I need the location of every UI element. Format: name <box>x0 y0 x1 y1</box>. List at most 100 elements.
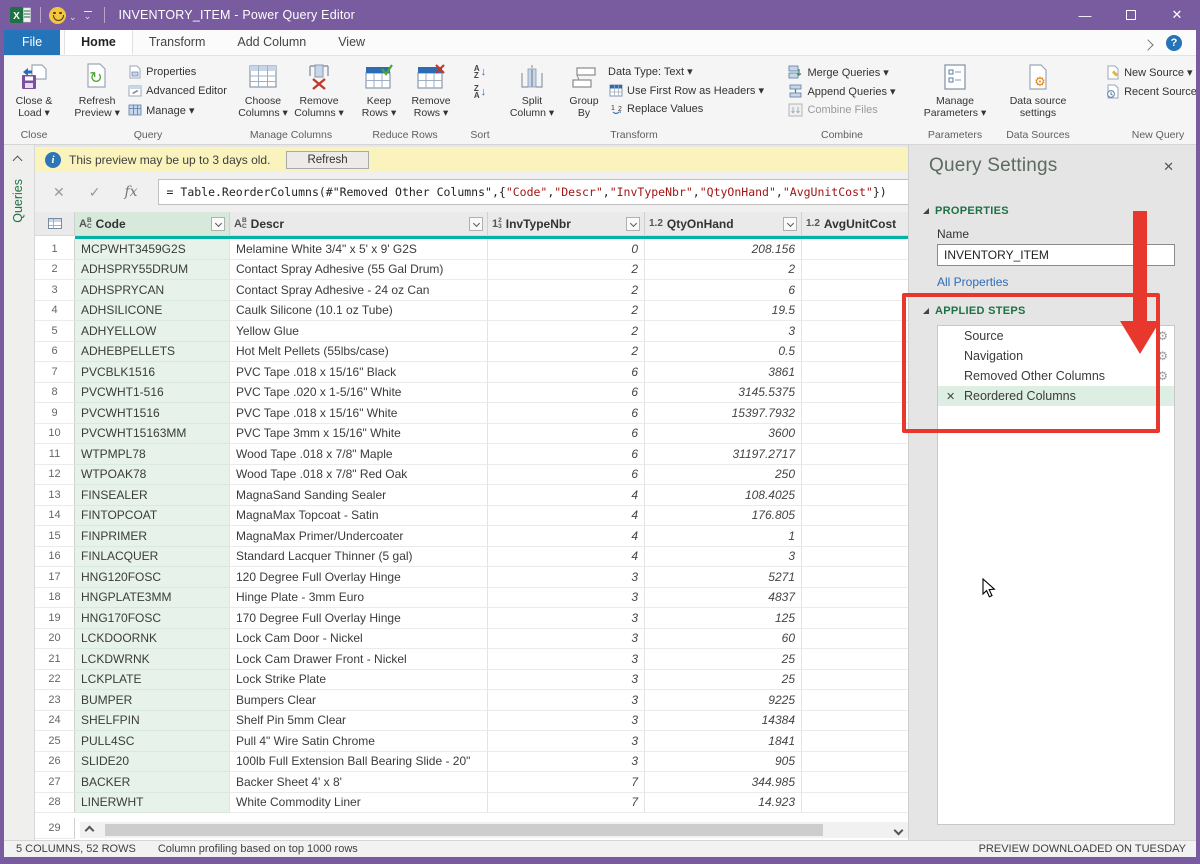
cell-invtypenbr[interactable]: 2 <box>488 301 645 322</box>
cell-avgunitcost[interactable] <box>802 567 912 588</box>
cell-descr[interactable]: Wood Tape .018 x 7/8" Red Oak <box>230 465 488 486</box>
cell-qtyonhand[interactable]: 3861 <box>645 362 802 383</box>
cell-invtypenbr[interactable]: 6 <box>488 444 645 465</box>
cell-avgunitcost[interactable] <box>802 362 912 383</box>
cell-avgunitcost[interactable] <box>802 506 912 527</box>
cell-code[interactable]: BACKER <box>75 772 230 793</box>
cell-qtyonhand[interactable]: 1841 <box>645 731 802 752</box>
table-row[interactable]: 11 WTPMPL78 Wood Tape .018 x 7/8" Maple … <box>35 444 912 465</box>
cell-avgunitcost[interactable] <box>802 280 912 301</box>
cell-avgunitcost[interactable] <box>802 383 912 404</box>
table-row[interactable]: 24 SHELFPIN Shelf Pin 5mm Clear 3 14384 <box>35 711 912 732</box>
cell-descr[interactable]: MagnaMax Primer/Undercoater <box>230 526 488 547</box>
cell-avgunitcost[interactable] <box>802 608 912 629</box>
cell-code[interactable]: MCPWHT3459G2S <box>75 239 230 260</box>
ribbon-tab[interactable]: View <box>322 29 381 55</box>
cell-avgunitcost[interactable] <box>802 403 912 424</box>
cell-qtyonhand[interactable]: 6 <box>645 280 802 301</box>
cell-qtyonhand[interactable]: 4837 <box>645 588 802 609</box>
cell-code[interactable]: LINERWHT <box>75 793 230 814</box>
keep-rows-button[interactable]: Keep Rows ▾ <box>354 59 404 128</box>
cell-avgunitcost[interactable] <box>802 321 912 342</box>
feedback-smiley-icon[interactable] <box>49 7 66 24</box>
collapse-ribbon-icon[interactable] <box>1142 39 1153 50</box>
filter-dropdown-icon[interactable] <box>783 217 797 231</box>
cell-avgunitcost[interactable] <box>802 465 912 486</box>
cell-descr[interactable]: 100lb Full Extension Ball Bearing Slide … <box>230 752 488 773</box>
cell-avgunitcost[interactable] <box>802 444 912 465</box>
cell-code[interactable]: HNGPLATE3MM <box>75 588 230 609</box>
cell-invtypenbr[interactable]: 3 <box>488 670 645 691</box>
cell-avgunitcost[interactable] <box>802 342 912 363</box>
cell-code[interactable]: WTPOAK78 <box>75 465 230 486</box>
refresh-preview-button[interactable]: ↻ Refresh Preview ▾ <box>69 59 125 128</box>
cell-invtypenbr[interactable]: 6 <box>488 403 645 424</box>
status-profiling[interactable]: Column profiling based on top 1000 rows <box>158 843 358 855</box>
cell-code[interactable]: LCKDOORNK <box>75 629 230 650</box>
cell-code[interactable]: HNG120FOSC <box>75 567 230 588</box>
cell-descr[interactable]: Pull 4" Wire Satin Chrome <box>230 731 488 752</box>
table-row[interactable]: 4 ADHSILICONE Caulk Silicone (10.1 oz Tu… <box>35 301 912 322</box>
cell-invtypenbr[interactable]: 4 <box>488 506 645 527</box>
horizontal-scroll-thumb[interactable] <box>105 824 823 836</box>
cell-invtypenbr[interactable]: 3 <box>488 731 645 752</box>
close-and-load-button[interactable]: Close & Load ▾ <box>8 59 60 128</box>
cell-code[interactable]: PULL4SC <box>75 731 230 752</box>
cell-descr[interactable]: Contact Spray Adhesive (55 Gal Drum) <box>230 260 488 281</box>
cell-invtypenbr[interactable]: 3 <box>488 752 645 773</box>
cell-qtyonhand[interactable]: 14.923 <box>645 793 802 814</box>
filter-dropdown-icon[interactable] <box>469 217 483 231</box>
advanced-editor-button[interactable]: Advanced Editor <box>127 84 227 98</box>
table-row[interactable]: 6 ADHEBPELLETS Hot Melt Pellets (55lbs/c… <box>35 342 912 363</box>
cell-qtyonhand[interactable]: 3600 <box>645 424 802 445</box>
cell-avgunitcost[interactable] <box>802 752 912 773</box>
cell-code[interactable]: SHELFPIN <box>75 711 230 732</box>
smiley-dropdown-caret-icon[interactable]: ⌄ <box>69 12 77 23</box>
replace-values-button[interactable]: 12 Replace Values <box>608 102 764 116</box>
cell-qtyonhand[interactable]: 25 <box>645 670 802 691</box>
table-row[interactable]: 28 LINERWHT White Commodity Liner 7 14.9… <box>35 793 912 814</box>
cell-avgunitcost[interactable] <box>802 526 912 547</box>
cancel-formula-icon[interactable]: ✕ <box>53 184 65 201</box>
cell-invtypenbr[interactable]: 6 <box>488 362 645 383</box>
quick-access-customize-icon[interactable]: ⌄ <box>84 11 92 20</box>
help-icon[interactable]: ? <box>1166 35 1182 51</box>
cell-qtyonhand[interactable]: 14384 <box>645 711 802 732</box>
expand-queries-chevron-icon[interactable] <box>13 156 23 166</box>
cell-invtypenbr[interactable]: 3 <box>488 608 645 629</box>
cell-descr[interactable]: White Commodity Liner <box>230 793 488 814</box>
scroll-left-icon[interactable] <box>85 825 95 835</box>
choose-columns-button[interactable]: Choose Columns ▾ <box>236 59 290 128</box>
filter-dropdown-icon[interactable] <box>211 217 225 231</box>
cell-code[interactable]: ADHSILICONE <box>75 301 230 322</box>
recent-sources-button[interactable]: Recent Sources ▾ <box>1105 84 1200 98</box>
cell-code[interactable]: FINSEALER <box>75 485 230 506</box>
manage-button[interactable]: Manage ▾ <box>127 103 227 117</box>
maximize-button[interactable] <box>1108 0 1154 30</box>
cell-avgunitcost[interactable] <box>802 588 912 609</box>
cell-descr[interactable]: Lock Cam Door - Nickel <box>230 629 488 650</box>
cell-invtypenbr[interactable]: 2 <box>488 321 645 342</box>
cell-avgunitcost[interactable] <box>802 649 912 670</box>
cell-descr[interactable]: Lock Cam Drawer Front - Nickel <box>230 649 488 670</box>
cell-avgunitcost[interactable] <box>802 485 912 506</box>
cell-qtyonhand[interactable]: 5271 <box>645 567 802 588</box>
cell-code[interactable]: PVCWHT15163MM <box>75 424 230 445</box>
cell-qtyonhand[interactable]: 60 <box>645 629 802 650</box>
table-row[interactable]: 9 PVCWHT1516 PVC Tape .018 x 15/16" Whit… <box>35 403 912 424</box>
cell-invtypenbr[interactable]: 3 <box>488 690 645 711</box>
table-row[interactable]: 5 ADHYELLOW Yellow Glue 2 3 <box>35 321 912 342</box>
cell-descr[interactable]: Yellow Glue <box>230 321 488 342</box>
properties-button[interactable]: Properties <box>127 65 227 79</box>
cell-qtyonhand[interactable]: 19.5 <box>645 301 802 322</box>
cell-code[interactable]: PVCWHT1516 <box>75 403 230 424</box>
cell-code[interactable]: ADHYELLOW <box>75 321 230 342</box>
table-row[interactable]: 27 BACKER Backer Sheet 4' x 8' 7 344.985 <box>35 772 912 793</box>
cell-qtyonhand[interactable]: 250 <box>645 465 802 486</box>
cell-code[interactable]: LCKDWRNK <box>75 649 230 670</box>
cell-code[interactable]: PVCWHT1-516 <box>75 383 230 404</box>
cell-invtypenbr[interactable]: 2 <box>488 342 645 363</box>
refresh-preview-notification-button[interactable]: Refresh <box>286 151 368 169</box>
cell-descr[interactable]: Shelf Pin 5mm Clear <box>230 711 488 732</box>
cell-avgunitcost[interactable] <box>802 670 912 691</box>
